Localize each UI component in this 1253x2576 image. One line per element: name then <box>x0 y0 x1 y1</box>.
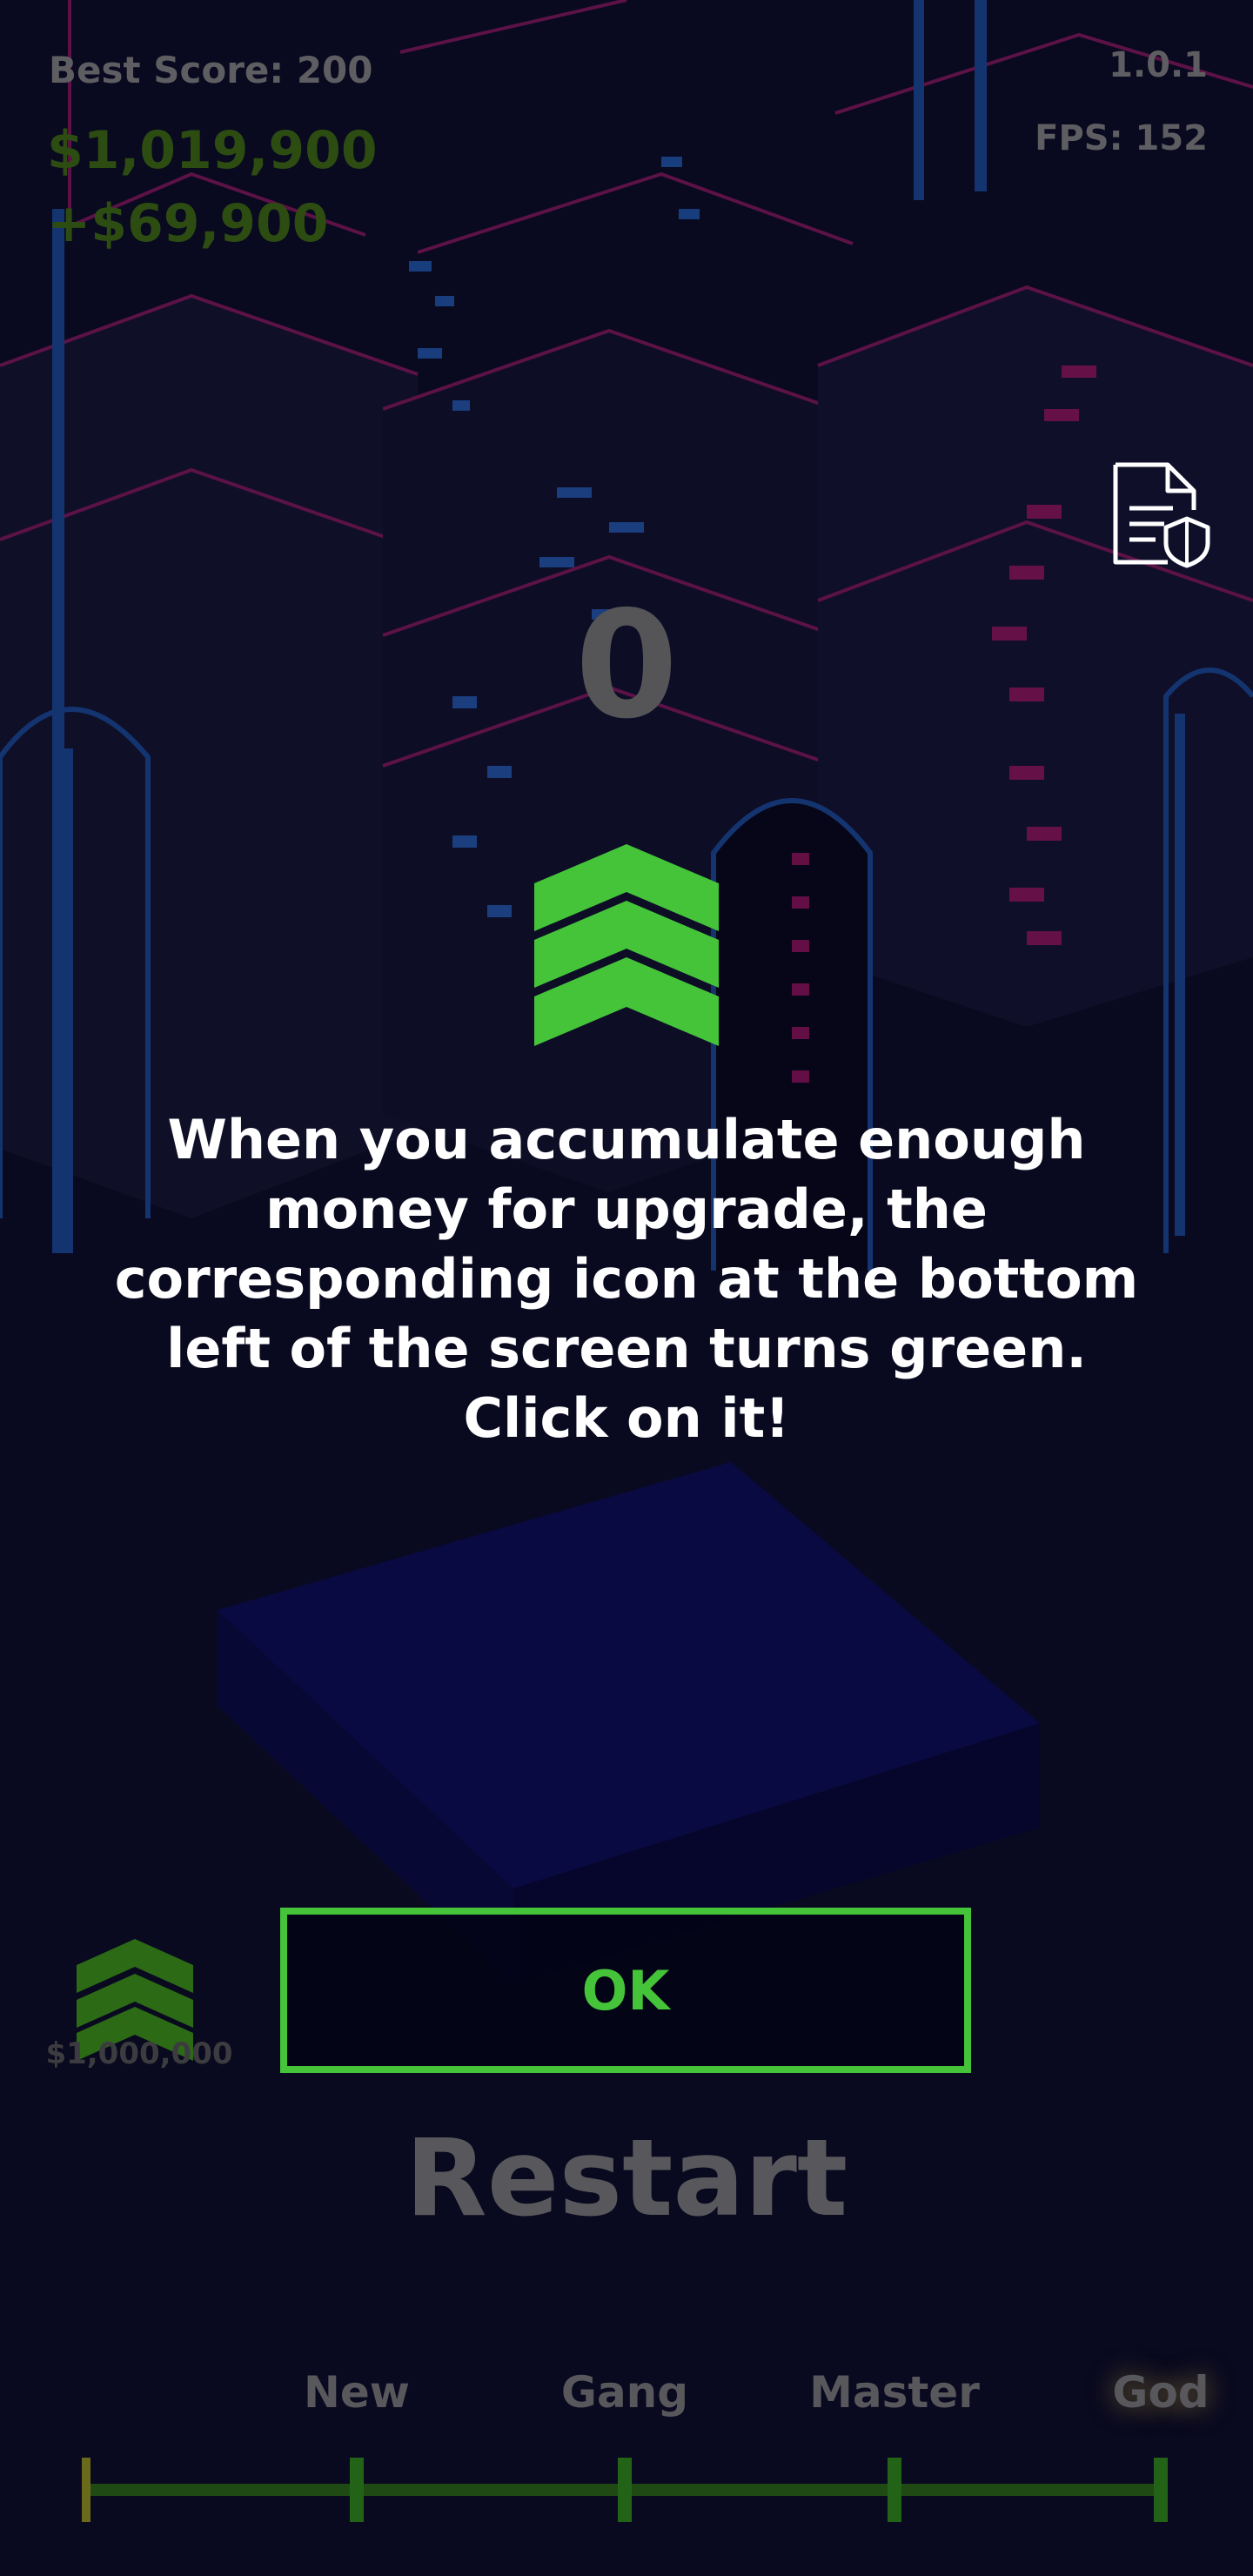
document-shield-icon <box>1113 462 1210 568</box>
version-label: 1.0.1 <box>1109 45 1208 85</box>
triple-chevron-up-icon <box>534 844 719 1046</box>
money-total: $1,019,900 <box>47 120 378 181</box>
progress-tick-master <box>888 2458 901 2522</box>
current-score: 0 <box>574 580 679 752</box>
fps-counter: FPS: 152 <box>1035 118 1208 158</box>
best-score: Best Score: 200 <box>49 49 373 91</box>
upgrade-cost: $1,000,000 <box>45 2036 233 2071</box>
ok-button-label: OK <box>581 1958 670 2023</box>
rank-label-master: Master <box>809 2367 980 2418</box>
game-screen: Best Score: 200 $1,019,900 +$69,900 1.0.… <box>0 0 1253 2576</box>
progress-tick-god <box>1154 2458 1168 2522</box>
tutorial-message: When you accumulate enough money for upg… <box>114 1108 1139 1450</box>
restart-button[interactable]: Restart <box>0 2116 1253 2240</box>
rank-label-new: New <box>304 2367 410 2418</box>
money-income: +$69,900 <box>47 193 329 254</box>
progress-tick-gang <box>618 2458 632 2522</box>
privacy-policy-button[interactable] <box>1107 458 1213 569</box>
ok-button[interactable]: OK <box>280 1908 971 2073</box>
progress-start-tick <box>82 2458 90 2522</box>
rank-progress-bar <box>82 2458 1168 2522</box>
rank-label-gang: Gang <box>560 2367 689 2418</box>
rank-label-god: God <box>1112 2367 1209 2418</box>
progress-tick-new <box>350 2458 364 2522</box>
